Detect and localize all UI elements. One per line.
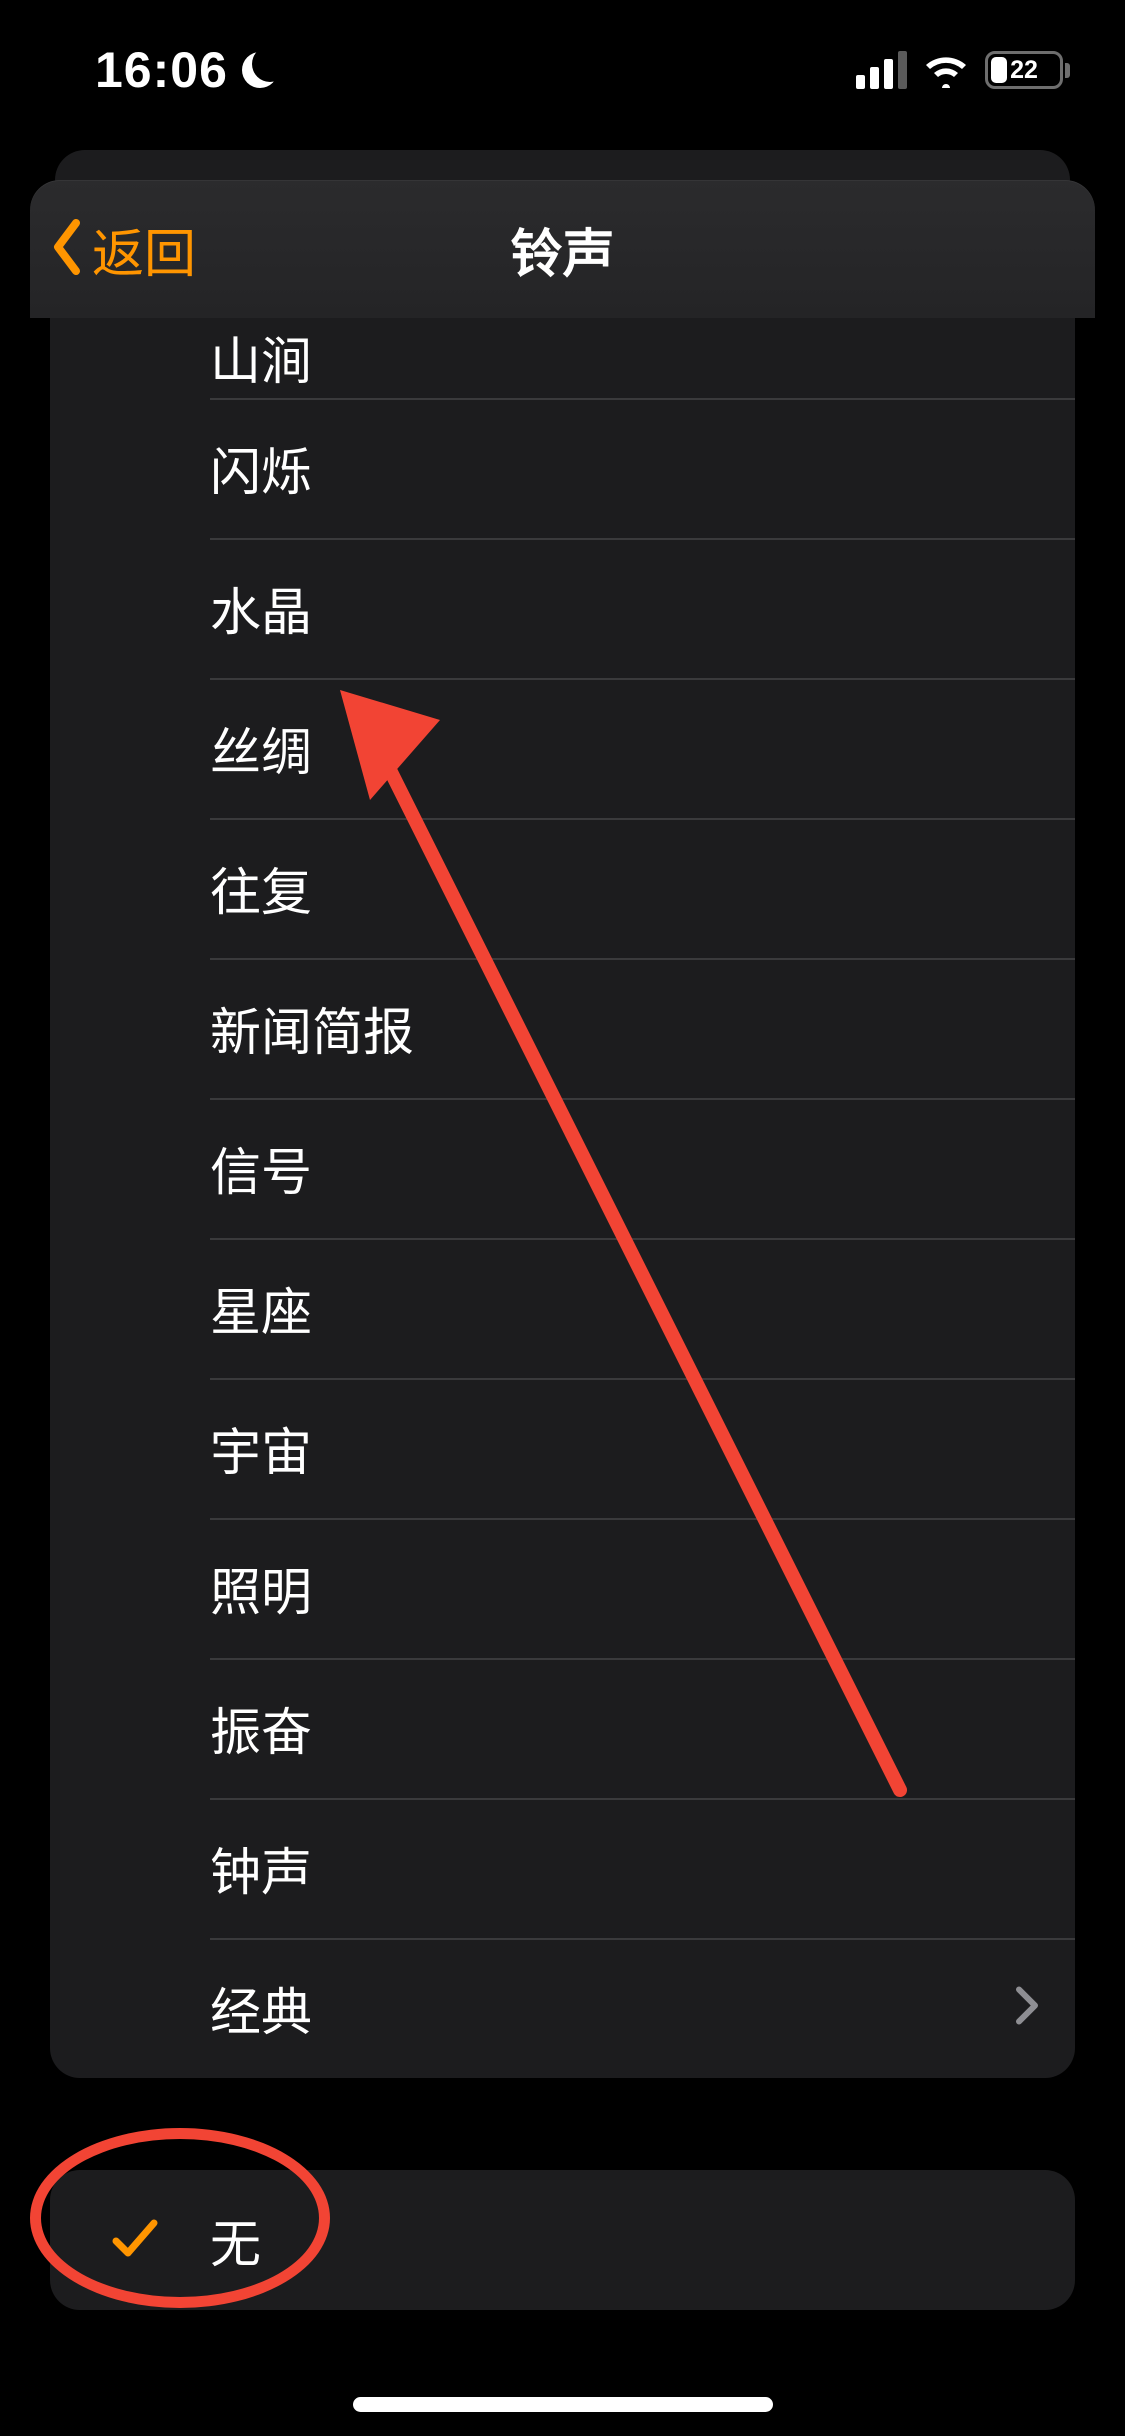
ringtone-label: 山涧 bbox=[210, 320, 312, 394]
status-right: 22 bbox=[856, 51, 1070, 89]
none-row[interactable]: 无 bbox=[50, 2170, 1075, 2310]
ringtone-label: 闪烁 bbox=[210, 431, 312, 505]
ringtone-label: 信号 bbox=[210, 1131, 312, 1205]
cellular-signal-icon bbox=[856, 51, 907, 89]
ringtone-row[interactable]: 闪烁 bbox=[50, 398, 1075, 538]
ringtone-row[interactable]: 丝绸 bbox=[50, 678, 1075, 818]
ringtone-row[interactable]: 经典 bbox=[50, 1938, 1075, 2078]
status-left: 16:06 bbox=[95, 41, 278, 99]
ringtone-label: 经典 bbox=[210, 1971, 312, 2045]
ringtone-row[interactable]: 宇宙 bbox=[50, 1378, 1075, 1518]
ringtone-row[interactable]: 信号 bbox=[50, 1098, 1075, 1238]
ringtone-row[interactable]: 山涧 bbox=[50, 318, 1075, 398]
chevron-right-icon bbox=[1015, 1986, 1039, 2031]
ringtone-label: 新闻简报 bbox=[210, 991, 414, 1065]
back-button[interactable]: 返回 bbox=[40, 180, 206, 318]
ringtone-label: 水晶 bbox=[210, 571, 312, 645]
ringtone-label: 照明 bbox=[210, 1551, 312, 1625]
battery-percent: 22 bbox=[1010, 56, 1038, 85]
ringtone-row[interactable]: 往复 bbox=[50, 818, 1075, 958]
home-indicator[interactable] bbox=[353, 2397, 773, 2412]
ringtone-label: 宇宙 bbox=[210, 1411, 312, 1485]
nav-header: 返回 铃声 bbox=[30, 180, 1095, 318]
checkmark-icon bbox=[110, 2213, 160, 2268]
chevron-left-icon bbox=[50, 219, 86, 280]
ringtone-label: 振奋 bbox=[210, 1691, 312, 1765]
ringtone-list-group: 山涧闪烁水晶丝绸往复新闻简报信号星座宇宙照明振奋钟声经典 bbox=[50, 318, 1075, 2078]
none-group: 无 bbox=[50, 2170, 1075, 2310]
ringtone-row[interactable]: 振奋 bbox=[50, 1658, 1075, 1798]
page-title: 铃声 bbox=[510, 212, 614, 287]
ringtone-label: 丝绸 bbox=[210, 711, 312, 785]
ringtone-label: 星座 bbox=[210, 1271, 312, 1345]
wifi-icon bbox=[923, 52, 969, 88]
back-label: 返回 bbox=[92, 212, 196, 287]
ringtone-row[interactable]: 星座 bbox=[50, 1238, 1075, 1378]
battery-indicator: 22 bbox=[985, 51, 1070, 89]
status-bar: 16:06 22 bbox=[0, 0, 1125, 140]
ringtone-row[interactable]: 新闻简报 bbox=[50, 958, 1075, 1098]
ringtone-row[interactable]: 水晶 bbox=[50, 538, 1075, 678]
dnd-moon-icon bbox=[242, 52, 278, 88]
ringtone-label: 往复 bbox=[210, 851, 312, 925]
battery-fill bbox=[991, 57, 1007, 83]
ringtone-row[interactable]: 钟声 bbox=[50, 1798, 1075, 1938]
status-time: 16:06 bbox=[95, 41, 228, 99]
ringtone-row[interactable]: 照明 bbox=[50, 1518, 1075, 1658]
ringtone-label: 钟声 bbox=[210, 1831, 312, 1905]
none-label: 无 bbox=[210, 2203, 261, 2277]
